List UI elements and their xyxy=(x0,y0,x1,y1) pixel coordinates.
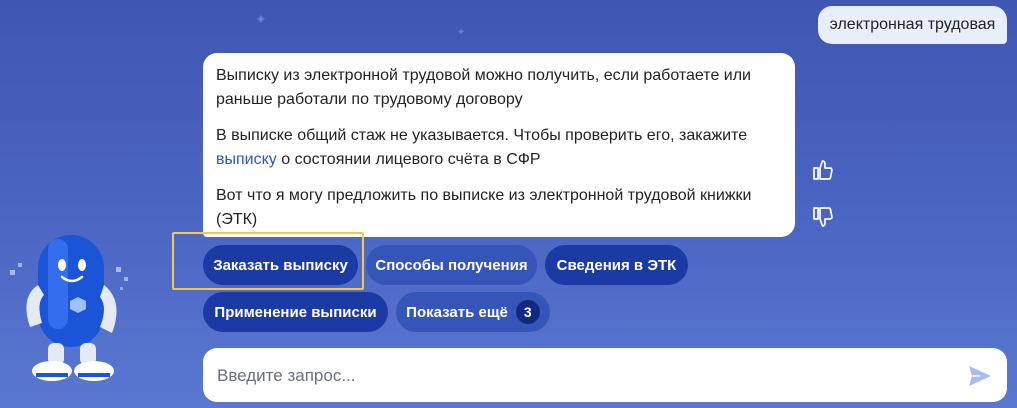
etk-info-button[interactable]: Сведения в ЭТК xyxy=(545,245,688,285)
user-message-text: электронная трудовая xyxy=(829,16,996,33)
more-count-badge: 3 xyxy=(515,300,540,324)
bot-message-paragraph: Вот что я могу предложить по выписке из … xyxy=(216,187,752,228)
bot-message-bubble: Выписку из электронной трудовой можно по… xyxy=(203,53,795,237)
thumbs-down-icon[interactable] xyxy=(811,205,835,229)
order-statement-button[interactable]: Заказать выписку xyxy=(203,245,358,285)
decorative-star: ✦ xyxy=(255,11,267,27)
robot-assistant-illustration xyxy=(10,235,128,381)
query-input-container xyxy=(203,348,1007,404)
bot-message-paragraph: В выписке общий стаж не указывается. Что… xyxy=(216,127,748,168)
thumbs-up-icon[interactable] xyxy=(811,158,835,182)
statement-usage-button[interactable]: Применение выписки xyxy=(203,292,388,332)
decorative-star: ✦ xyxy=(457,27,466,38)
show-more-button[interactable]: Показать ещё 3 xyxy=(396,292,550,332)
user-message-bubble: электронная трудовая xyxy=(818,6,1007,44)
query-input[interactable] xyxy=(215,348,959,404)
receiving-methods-button[interactable]: Способы получения xyxy=(366,245,537,285)
bot-message-paragraph: Выписку из электронной трудовой можно по… xyxy=(216,67,751,108)
statement-link[interactable]: выписку xyxy=(216,151,277,168)
send-icon[interactable] xyxy=(967,364,993,388)
